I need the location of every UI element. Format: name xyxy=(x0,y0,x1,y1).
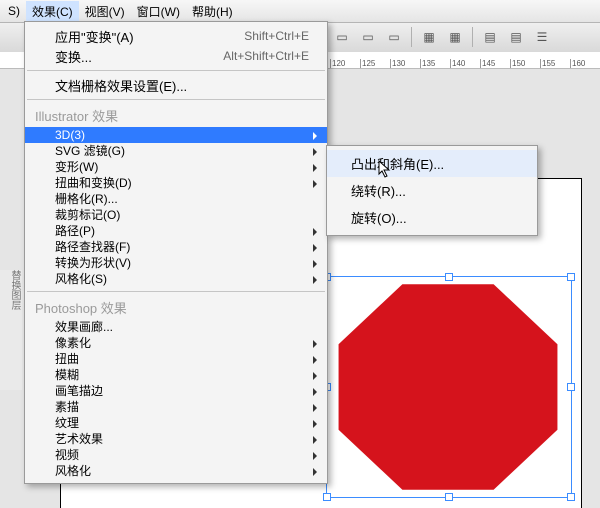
menu-video[interactable]: 视频 xyxy=(25,447,327,463)
menu-effect-gallery[interactable]: 效果画廊... xyxy=(25,319,327,335)
menu-view[interactable]: 视图(V) xyxy=(79,1,131,22)
submenu-revolve[interactable]: 绕转(R)... xyxy=(327,177,537,204)
ruler-tick: 140 xyxy=(450,59,480,68)
menu-separator xyxy=(27,70,325,71)
menu-doc-raster-settings[interactable]: 文档栅格效果设置(E)... xyxy=(25,75,327,95)
menu-item-label: 凸出和斜角(E)... xyxy=(351,157,444,172)
menu-distort[interactable]: 扭曲 xyxy=(25,351,327,367)
distribute-button[interactable]: ▦ xyxy=(443,25,467,49)
menu-sketch[interactable]: 素描 xyxy=(25,399,327,415)
menu-blur[interactable]: 模糊 xyxy=(25,367,327,383)
menu-item-shortcut: Alt+Shift+Ctrl+E xyxy=(223,49,309,63)
side-panel-label: 替换图层 xyxy=(0,270,22,390)
resize-handle-e[interactable] xyxy=(567,383,575,391)
menu-item-label: 模糊 xyxy=(55,368,79,382)
menu-select-trunc[interactable]: S) xyxy=(2,2,26,20)
menu-item-label: 素描 xyxy=(55,400,79,414)
ruler-tick: 160 xyxy=(570,59,600,68)
graph-button[interactable]: ▤ xyxy=(478,25,502,49)
resize-handle-se[interactable] xyxy=(567,493,575,501)
ruler-tick: 130 xyxy=(390,59,420,68)
menu-item-label: 画笔描边 xyxy=(55,384,103,398)
ruler-tick: 135 xyxy=(420,59,450,68)
menubar: S) 效果(C) 视图(V) 窗口(W) 帮助(H) xyxy=(0,0,600,23)
menu-warp[interactable]: 变形(W) xyxy=(25,159,327,175)
resize-handle-n[interactable] xyxy=(445,273,453,281)
menu-separator xyxy=(27,99,325,100)
menu-item-label: 风格化(S) xyxy=(55,272,107,286)
submenu-3d: 凸出和斜角(E)... 绕转(R)... 旋转(O)... xyxy=(326,145,538,236)
menu-pathfinder[interactable]: 路径查找器(F) xyxy=(25,239,327,255)
menu-item-label: 转换为形状(V) xyxy=(55,256,131,270)
submenu-rotate[interactable]: 旋转(O)... xyxy=(327,204,537,231)
ruler-tick: 125 xyxy=(360,59,390,68)
menu-item-label: 风格化 xyxy=(55,464,91,478)
ruler-tick: 145 xyxy=(480,59,510,68)
ruler-tick: 150 xyxy=(510,59,540,68)
menu-item-label: 应用"变换"(A) xyxy=(55,27,134,46)
more-button[interactable]: ☰ xyxy=(530,25,554,49)
menu-distort-transform[interactable]: 扭曲和变换(D) xyxy=(25,175,327,191)
menu-item-label: 变形(W) xyxy=(55,160,98,174)
align-right-button[interactable]: ▭ xyxy=(382,25,406,49)
transform-button[interactable]: ▦ xyxy=(417,25,441,49)
menu-texture[interactable]: 纹理 xyxy=(25,415,327,431)
menu-item-label: 栅格化(R)... xyxy=(55,192,118,206)
menu-stylize-ps[interactable]: 风格化 xyxy=(25,463,327,479)
menu-item-label: 纹理 xyxy=(55,416,79,430)
menu-rasterize[interactable]: 栅格化(R)... xyxy=(25,191,327,207)
align-left-button[interactable]: ▭ xyxy=(330,25,354,49)
menu-artistic[interactable]: 艺术效果 xyxy=(25,431,327,447)
menu-effect[interactable]: 效果(C) xyxy=(26,1,79,22)
menu-item-label: 扭曲 xyxy=(55,352,79,366)
toolbar-separator xyxy=(472,27,473,47)
menu-item-label: 3D(3) xyxy=(55,128,85,142)
menu-item-label: 变换... xyxy=(55,47,92,66)
menu-item-label: 裁剪标记(O) xyxy=(55,208,120,222)
submenu-extrude-bevel[interactable]: 凸出和斜角(E)... xyxy=(327,150,537,177)
menu-item-label: 路径查找器(F) xyxy=(55,240,130,254)
menu-last-effect[interactable]: 变换... Alt+Shift+Ctrl+E xyxy=(25,46,327,66)
menu-item-label: 路径(P) xyxy=(55,224,95,238)
resize-handle-s[interactable] xyxy=(445,493,453,501)
menu-item-label: 视频 xyxy=(55,448,79,462)
selection-bounding-box[interactable] xyxy=(326,276,572,498)
menu-item-label: 扭曲和变换(D) xyxy=(55,176,132,190)
effect-menu: 应用"变换"(A) Shift+Ctrl+E 变换... Alt+Shift+C… xyxy=(24,21,328,484)
menu-svg-filters[interactable]: SVG 滤镜(G) xyxy=(25,143,327,159)
shape-button[interactable]: ▤ xyxy=(504,25,528,49)
menu-item-label: 旋转(O)... xyxy=(351,211,407,226)
menu-brush-strokes[interactable]: 画笔描边 xyxy=(25,383,327,399)
toolbar-separator xyxy=(411,27,412,47)
menu-item-label: 像素化 xyxy=(55,336,91,350)
menu-window[interactable]: 窗口(W) xyxy=(131,1,186,22)
resize-handle-sw[interactable] xyxy=(323,493,331,501)
resize-handle-ne[interactable] xyxy=(567,273,575,281)
menu-item-shortcut: Shift+Ctrl+E xyxy=(244,29,309,43)
menu-crop-marks[interactable]: 裁剪标记(O) xyxy=(25,207,327,223)
menu-stylize-ai[interactable]: 风格化(S) xyxy=(25,271,327,287)
ruler-tick: 155 xyxy=(540,59,570,68)
menu-item-label: 效果画廊... xyxy=(55,320,113,334)
align-center-button[interactable]: ▭ xyxy=(356,25,380,49)
menu-heading-illustrator: Illustrator 效果 xyxy=(25,104,327,127)
menu-3d[interactable]: 3D(3) xyxy=(25,127,327,143)
menu-separator xyxy=(27,291,325,292)
menu-item-label: 艺术效果 xyxy=(55,432,103,446)
menu-heading-photoshop: Photoshop 效果 xyxy=(25,296,327,319)
menu-item-label: 绕转(R)... xyxy=(351,184,406,199)
menu-pixelate[interactable]: 像素化 xyxy=(25,335,327,351)
menu-path[interactable]: 路径(P) xyxy=(25,223,327,239)
menu-apply-last-effect[interactable]: 应用"变换"(A) Shift+Ctrl+E xyxy=(25,26,327,46)
menu-item-label: SVG 滤镜(G) xyxy=(55,144,125,158)
menu-help[interactable]: 帮助(H) xyxy=(186,1,239,22)
menu-item-label: 文档栅格效果设置(E)... xyxy=(55,76,187,95)
menu-convert-to-shape[interactable]: 转换为形状(V) xyxy=(25,255,327,271)
ruler-tick: 120 xyxy=(330,59,360,68)
